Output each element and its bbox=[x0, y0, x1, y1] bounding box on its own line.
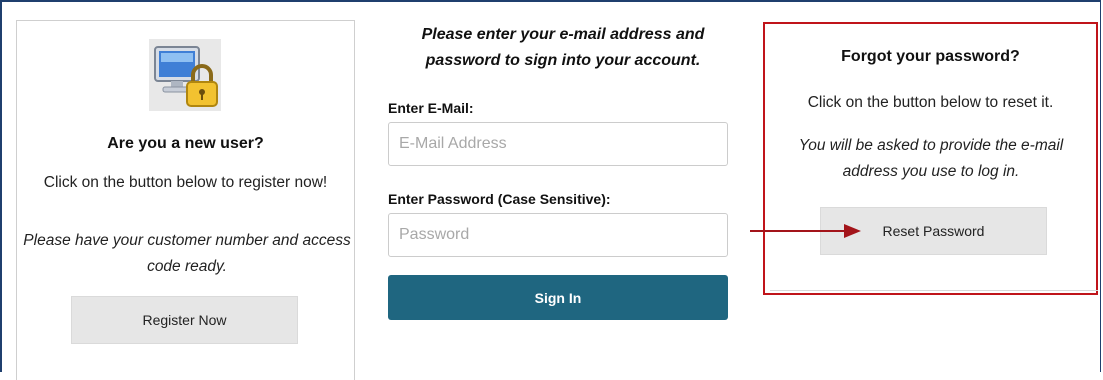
sign-in-heading: Please enter your e-mail address and pas… bbox=[421, 26, 705, 69]
register-now-button[interactable]: Register Now bbox=[71, 296, 298, 344]
forgot-password-title: Forgot your password? bbox=[841, 48, 1020, 65]
new-user-note: Please have your customer number and acc… bbox=[23, 232, 351, 275]
new-user-description: Click on the button below to register no… bbox=[43, 174, 328, 191]
forgot-password-panel: Forgot your password? Click on the butto… bbox=[763, 22, 1098, 295]
email-label: Enter E-Mail: bbox=[388, 100, 474, 116]
arrow-right-icon bbox=[750, 222, 862, 240]
password-label: Enter Password (Case Sensitive): bbox=[388, 191, 611, 207]
new-user-panel: Are you a new user? Click on the button … bbox=[16, 20, 355, 380]
computer-lock-icon bbox=[149, 39, 221, 111]
forgot-password-description: Click on the button below to reset it. bbox=[807, 94, 1054, 111]
divider bbox=[770, 290, 1098, 291]
password-input[interactable] bbox=[388, 213, 728, 257]
sign-in-button[interactable]: Sign In bbox=[388, 275, 728, 320]
email-input[interactable] bbox=[388, 122, 728, 166]
forgot-password-note: You will be asked to provide the e-mail … bbox=[798, 137, 1064, 180]
new-user-title: Are you a new user? bbox=[107, 135, 264, 152]
